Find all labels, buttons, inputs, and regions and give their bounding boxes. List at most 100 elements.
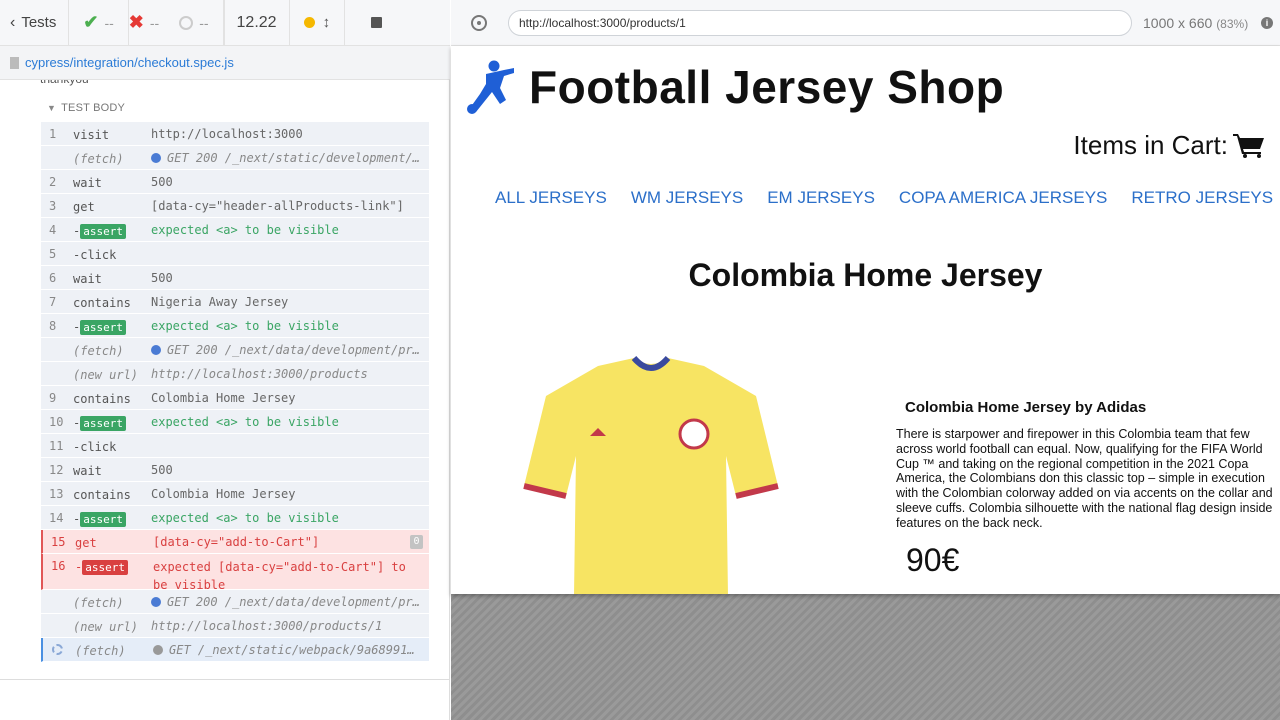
command-message: http://localhost:3000 bbox=[151, 127, 303, 141]
command-row[interactable]: 7 contains Nigeria Away Jersey bbox=[41, 290, 429, 314]
command-message: expected <a> to be visible bbox=[151, 415, 339, 429]
command-message: Nigeria Away Jersey bbox=[151, 295, 289, 309]
selector-playground-icon[interactable] bbox=[471, 15, 487, 31]
stats-bar: ‹ Tests ✔ -- ✖ -- -- 12.22 ↕ bbox=[0, 0, 450, 46]
command-name: wait bbox=[73, 176, 102, 190]
nav-link[interactable]: COPA AMERICA JERSEYS bbox=[899, 188, 1107, 208]
command-name: contains bbox=[73, 296, 131, 310]
viewport-size: 1000 x 660 bbox=[1143, 15, 1213, 31]
pending-stat: -- bbox=[173, 0, 224, 46]
app-frame: Football Jersey Shop Items in Cart: ALL … bbox=[451, 46, 1280, 594]
command-row[interactable]: 2 wait 500 bbox=[41, 170, 429, 194]
command-row[interactable]: 13 contains Colombia Home Jersey bbox=[41, 482, 429, 506]
command-name: get bbox=[73, 200, 95, 214]
command-row[interactable]: 12 wait 500 bbox=[41, 458, 429, 482]
passed-count: -- bbox=[104, 14, 114, 31]
command-number: 10 bbox=[49, 415, 64, 429]
viewport-scale: (83%) bbox=[1216, 17, 1249, 31]
command-message: expected <a> to be visible bbox=[151, 319, 339, 333]
command-row[interactable]: (fetch) GET 200 /_next/data/development/p… bbox=[41, 590, 429, 614]
command-number: 15 bbox=[51, 535, 66, 549]
command-message: GET /_next/static/webpack/9a68991.hot-up… bbox=[153, 643, 421, 657]
fetch-text: GET /_next/static/webpack/9a68991.hot-up… bbox=[169, 643, 421, 657]
command-number: 16 bbox=[51, 559, 66, 573]
status-dot-icon bbox=[303, 17, 315, 28]
passed-stat: ✔ -- bbox=[69, 0, 129, 46]
command-number: 3 bbox=[49, 199, 57, 213]
command-list: 1 visit http://localhost:3000 (fetch) GET 20… bbox=[41, 122, 429, 662]
fetch-text: GET 200 /_next/data/development/products… bbox=[167, 343, 421, 357]
command-row[interactable]: (new url) http://localhost:3000/products/… bbox=[41, 614, 429, 638]
network-status-dot-icon bbox=[151, 597, 161, 607]
command-number: 5 bbox=[49, 247, 57, 261]
command-row[interactable]: 5 -click bbox=[41, 242, 429, 266]
command-row[interactable]: 15 get [data-cy="add-to-Cart"] 0 bbox=[41, 530, 429, 554]
nav-link[interactable]: EM JERSEYS bbox=[767, 188, 875, 208]
check-icon: ✔ bbox=[83, 12, 99, 32]
command-message: GET 200 /_next/static/development/pages/… bbox=[151, 151, 421, 165]
element-count-badge: 0 bbox=[410, 535, 423, 549]
spec-file-link[interactable]: cypress/integration/checkout.spec.js bbox=[0, 46, 450, 80]
loading-spinner-icon bbox=[52, 644, 63, 655]
command-row[interactable]: 9 contains Colombia Home Jersey bbox=[41, 386, 429, 410]
command-message: http://localhost:3000/products bbox=[151, 367, 368, 381]
main-nav: ALL JERSEYS WM JERSEYS EM JERSEYS COPA AMER… bbox=[495, 188, 1280, 208]
previous-test-text: thankyou bbox=[40, 80, 89, 86]
nav-link[interactable]: RETRO JERSEYS bbox=[1131, 188, 1273, 208]
fetch-text: GET 200 /_next/data/development/products… bbox=[167, 595, 421, 609]
nav-link[interactable]: ALL JERSEYS bbox=[495, 188, 607, 208]
network-status-dot-icon bbox=[151, 153, 161, 163]
stop-button[interactable] bbox=[345, 0, 402, 46]
command-number: 9 bbox=[49, 391, 57, 405]
command-name: contains bbox=[73, 488, 131, 502]
app-under-test-panel: http://localhost:3000/products/1 1000 x … bbox=[451, 0, 1280, 720]
command-row[interactable]: 8 - assert expected <a> to be visible bbox=[41, 314, 429, 338]
assert-badge: assert bbox=[80, 512, 126, 527]
command-number: 4 bbox=[49, 223, 57, 237]
command-row[interactable]: 10 - assert expected <a> to be visible bbox=[41, 410, 429, 434]
command-name: (fetch) bbox=[73, 596, 124, 610]
product-subtitle: Colombia Home Jersey by Adidas bbox=[905, 399, 1147, 416]
command-message: GET 200 /_next/data/development/products… bbox=[151, 595, 421, 609]
nav-link[interactable]: WM JERSEYS bbox=[631, 188, 743, 208]
command-message: [data-cy="add-to-Cart"] bbox=[153, 535, 320, 549]
command-row[interactable]: 14 - assert expected <a> to be visible bbox=[41, 506, 429, 530]
command-name: -click bbox=[73, 440, 117, 454]
command-name: - assert bbox=[75, 560, 128, 575]
command-row[interactable]: 3 get [data-cy="header-allProducts-link"] bbox=[41, 194, 429, 218]
command-row[interactable]: 11 -click bbox=[41, 434, 429, 458]
command-row[interactable]: (fetch) GET 200 /_next/data/development/p… bbox=[41, 338, 429, 362]
command-row[interactable]: 6 wait 500 bbox=[41, 266, 429, 290]
network-status-dot-icon bbox=[153, 645, 163, 655]
command-name: (fetch) bbox=[73, 152, 124, 166]
command-number: 12 bbox=[49, 463, 64, 477]
command-number: 8 bbox=[49, 319, 57, 333]
test-body-header[interactable]: ▼ TEST BODY bbox=[47, 102, 125, 114]
auto-scroll-toggle[interactable]: ↕ bbox=[290, 0, 346, 46]
cart-counter: Items in Cart: bbox=[1073, 130, 1228, 160]
file-icon bbox=[10, 56, 19, 69]
x-icon: ✖ bbox=[128, 12, 144, 32]
command-name: (fetch) bbox=[75, 644, 126, 658]
command-row[interactable]: 16 - assert expected [data-cy="add-to-Cart"… bbox=[41, 554, 429, 592]
command-log[interactable]: thankyou ▼ TEST BODY 1 visit http://localh… bbox=[0, 80, 450, 680]
command-number: 14 bbox=[49, 511, 64, 525]
command-row[interactable]: 1 visit http://localhost:3000 bbox=[41, 122, 429, 146]
command-message: 500 bbox=[151, 271, 173, 285]
spec-path: cypress/integration/checkout.spec.js bbox=[25, 55, 234, 70]
shop-title: Football Jersey Shop bbox=[529, 61, 1005, 113]
scroll-arrows-icon: ↕ bbox=[322, 14, 331, 31]
command-row[interactable]: (fetch) GET /_next/static/webpack/9a68991… bbox=[41, 638, 429, 662]
command-row[interactable]: (fetch) GET 200 /_next/static/development… bbox=[41, 146, 429, 170]
product-description: There is starpower and firepower in this… bbox=[896, 427, 1273, 530]
shopping-cart-icon[interactable] bbox=[1233, 132, 1265, 158]
info-icon[interactable]: i bbox=[1261, 17, 1273, 29]
url-field[interactable]: http://localhost:3000/products/1 bbox=[508, 10, 1132, 36]
jersey-image bbox=[523, 356, 779, 594]
failed-count: -- bbox=[149, 14, 160, 31]
command-row[interactable]: (new url) http://localhost:3000/products bbox=[41, 362, 429, 386]
tests-back-button[interactable]: ‹ Tests bbox=[0, 0, 70, 46]
command-name: visit bbox=[73, 128, 110, 142]
command-name: contains bbox=[73, 392, 131, 406]
command-row[interactable]: 4 - assert expected <a> to be visible bbox=[41, 218, 429, 242]
